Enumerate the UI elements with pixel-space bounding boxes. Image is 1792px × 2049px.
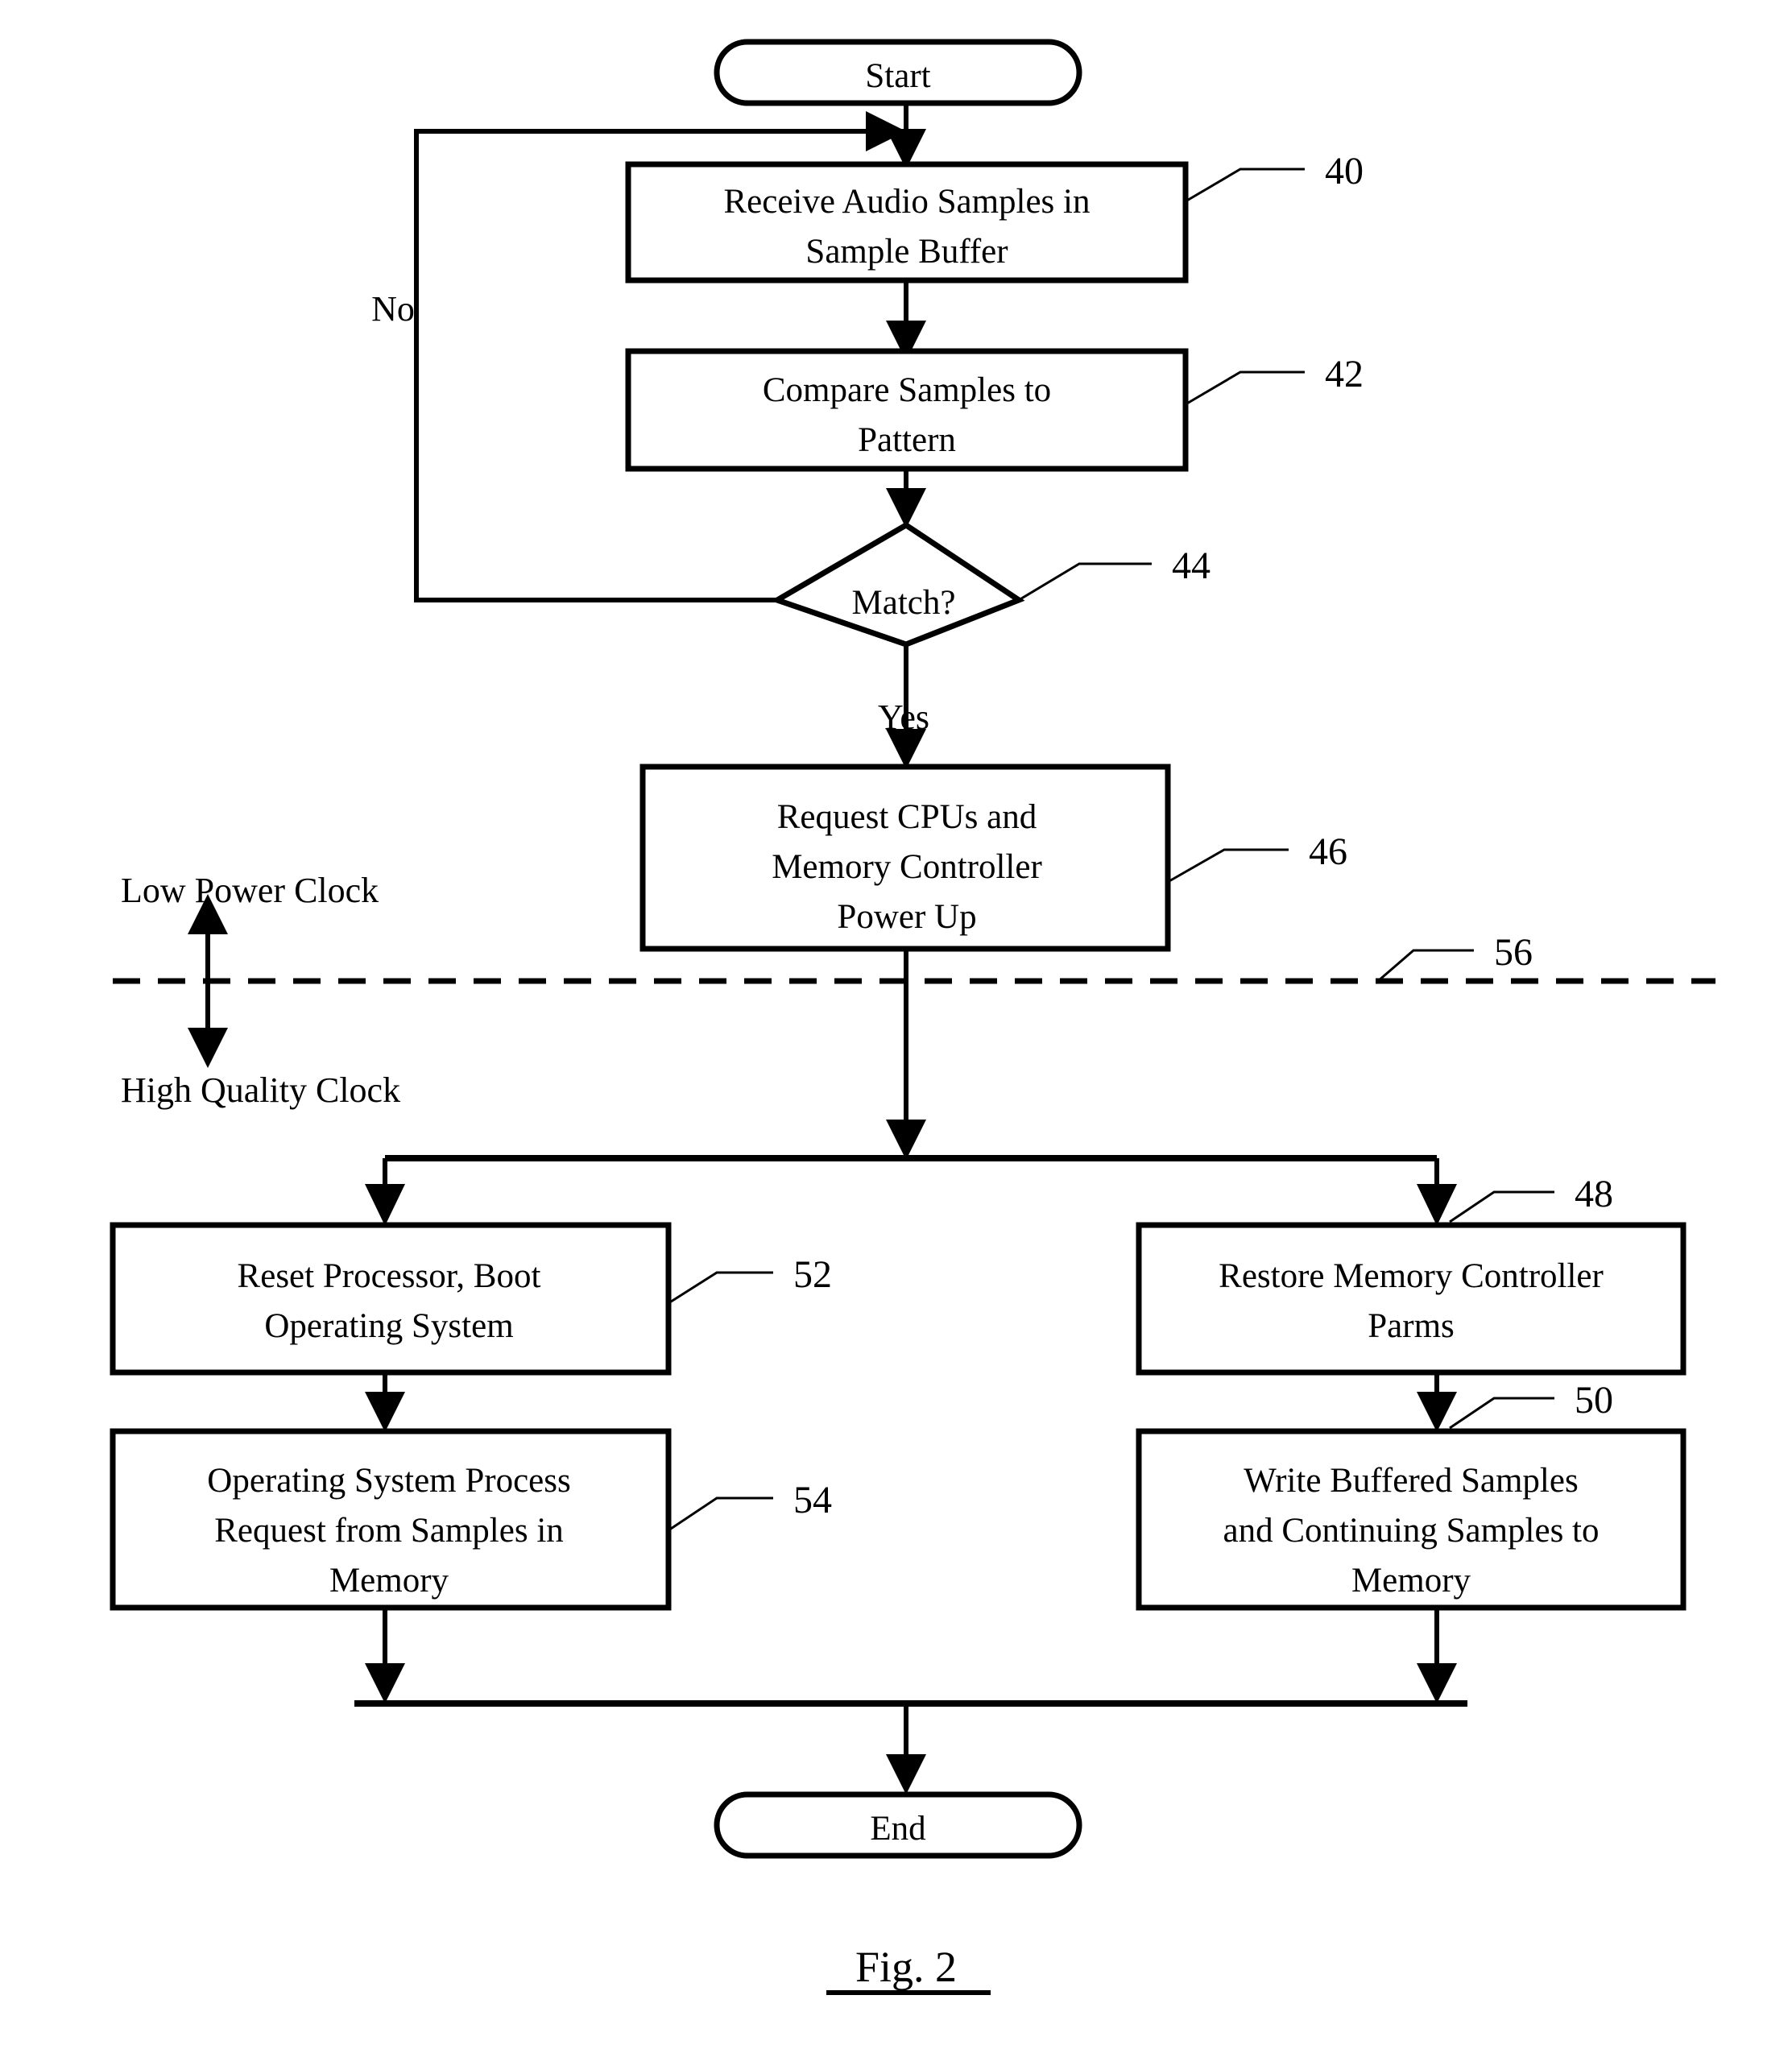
- node-42-line-2: Pattern: [858, 421, 956, 459]
- node-54-line-1: Operating System Process: [207, 1462, 570, 1500]
- node-52-box: [110, 1222, 672, 1376]
- node-os-process-request: Operating System Process Request from Sa…: [110, 1428, 832, 1611]
- node-50-line-2: and Continuing Samples to: [1223, 1512, 1599, 1550]
- node-50-line-3: Memory: [1351, 1562, 1471, 1600]
- node-50-line-1: Write Buffered Samples: [1244, 1462, 1578, 1500]
- figure-caption-group: Fig. 2: [826, 1943, 991, 1995]
- ref-number-52: 52: [793, 1253, 832, 1296]
- node-match-decision: Match? 44: [770, 521, 1211, 648]
- node-54-line-3: Memory: [329, 1562, 449, 1600]
- start-label: Start: [865, 57, 930, 95]
- figure-sheet: 56 Low Power Clock High Quality Clock St…: [0, 0, 1792, 2049]
- arrowhead-down-high-quality: [188, 1028, 228, 1068]
- ref-number-50: 50: [1575, 1379, 1613, 1422]
- terminator-end: End: [714, 1791, 1082, 1859]
- node-52-line-1: Reset Processor, Boot: [238, 1257, 541, 1295]
- leader-line-46: [1167, 848, 1289, 884]
- leader-line-56: [1377, 949, 1474, 983]
- node-46-line-2: Memory Controller: [772, 848, 1042, 886]
- node-compare-samples: Compare Samples to Pattern 42: [625, 348, 1364, 472]
- ref-number-44: 44: [1172, 544, 1211, 587]
- node-request-power-up: Request CPUs and Memory Controller Power…: [639, 764, 1347, 952]
- node-40-line-1: Receive Audio Samples in: [723, 183, 1090, 221]
- ref-number-40: 40: [1325, 150, 1364, 192]
- leader-line-54: [668, 1496, 773, 1532]
- clock-label-high-quality: High Quality Clock: [121, 1070, 400, 1110]
- node-receive-audio-samples: Receive Audio Samples in Sample Buffer 4…: [625, 150, 1364, 284]
- arrowhead-into-fork: [886, 1120, 926, 1160]
- arrowhead-into-54: [365, 1392, 405, 1432]
- ref-number-46: 46: [1309, 830, 1347, 873]
- leader-line-48: [1449, 1190, 1554, 1223]
- arrowhead-into-52: [365, 1184, 405, 1226]
- leader-line-52: [668, 1271, 773, 1305]
- figure-caption: Fig. 2: [855, 1943, 957, 1991]
- edge-label-yes: Yes: [878, 697, 929, 737]
- flowchart-canvas: 56 Low Power Clock High Quality Clock St…: [110, 39, 1715, 1995]
- leader-line-44: [1018, 562, 1152, 602]
- node-54-line-2: Request from Samples in: [214, 1512, 564, 1550]
- ref-number-42: 42: [1325, 353, 1364, 395]
- leader-line-42: [1185, 370, 1305, 406]
- leader-line-40: [1185, 168, 1305, 203]
- node-52-line-2: Operating System: [264, 1307, 513, 1345]
- node-46-line-1: Request CPUs and: [777, 798, 1037, 836]
- leader-line-50: [1449, 1397, 1554, 1430]
- node-40-line-2: Sample Buffer: [805, 233, 1008, 271]
- node-44-label: Match?: [852, 584, 956, 622]
- clock-label-low-power: Low Power Clock: [121, 871, 379, 910]
- node-write-buffered-samples: Write Buffered Samples and Continuing Sa…: [1136, 1379, 1686, 1611]
- node-48-line-2: Parms: [1368, 1307, 1455, 1345]
- node-restore-memory-controller-parms: Restore Memory Controller Parms 48: [1136, 1173, 1686, 1376]
- node-48-box: [1136, 1222, 1686, 1376]
- edge-label-no: No: [371, 289, 415, 329]
- node-42-line-1: Compare Samples to: [763, 371, 1051, 409]
- node-48-line-1: Restore Memory Controller: [1219, 1257, 1604, 1295]
- terminator-start: Start: [714, 39, 1082, 106]
- node-reset-processor-boot-os: Reset Processor, Boot Operating System 5…: [110, 1222, 832, 1376]
- node-46-line-3: Power Up: [837, 898, 976, 936]
- ref-number-54: 54: [793, 1479, 832, 1521]
- arrowhead-into-end: [886, 1754, 926, 1794]
- ref-number-56: 56: [1494, 931, 1533, 974]
- end-label: End: [870, 1810, 925, 1848]
- arrowhead-54-merge: [365, 1663, 405, 1703]
- arrowhead-50-merge: [1417, 1663, 1457, 1703]
- ref-number-48: 48: [1575, 1173, 1613, 1215]
